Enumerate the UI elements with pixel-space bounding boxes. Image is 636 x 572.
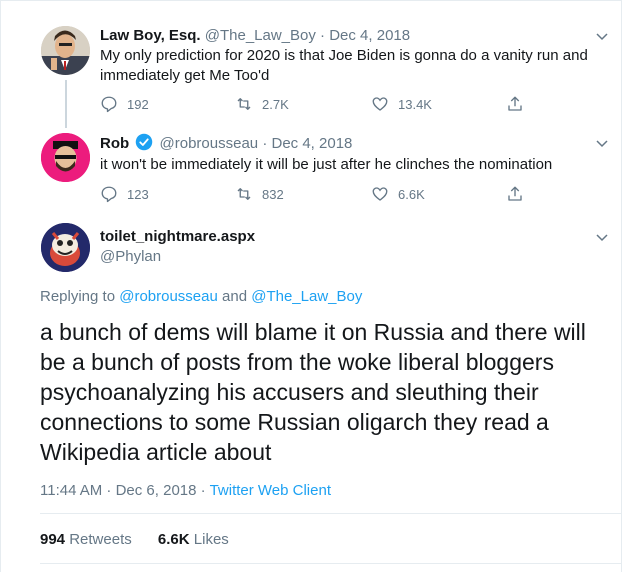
handle[interactable]: @robrousseau: [160, 135, 259, 152]
avatar[interactable]: [41, 26, 90, 75]
replying-user-link[interactable]: @robrousseau: [119, 288, 218, 305]
share-icon: [508, 186, 522, 201]
tweet-date[interactable]: Dec 4, 2018: [271, 135, 352, 152]
replying-to-line: Replying to @robrousseau and @The_Law_Bo…: [40, 288, 362, 305]
display-name[interactable]: Rob: [100, 135, 129, 152]
heart-icon: [372, 187, 388, 201]
like-count: 6.6K: [398, 186, 425, 202]
reply-count: 192: [127, 96, 149, 112]
tweet-date[interactable]: Dec 4, 2018: [329, 27, 410, 44]
tweet-timestamp-row: 11:44 AM · Dec 6, 2018 · Twitter Web Cli…: [40, 482, 331, 499]
share-icon: [508, 96, 522, 111]
tweet-text: it won't be immediately it will be just …: [100, 156, 553, 173]
tweet-text: My only prediction for 2020 is that Joe …: [100, 47, 588, 84]
reply-button[interactable]: 192: [100, 95, 149, 113]
reply-count: 123: [127, 186, 149, 202]
tweet-timestamp[interactable]: 11:44 AM · Dec 6, 2018 ·: [40, 482, 206, 499]
like-button[interactable]: 6.6K: [371, 185, 425, 203]
separator: ·: [262, 135, 268, 152]
replying-user-link[interactable]: @The_Law_Boy: [251, 288, 362, 305]
tweet-actions: 192 2.7K 13.4K: [100, 95, 540, 115]
share-button[interactable]: [506, 95, 533, 113]
chevron-down-icon[interactable]: [594, 28, 610, 44]
retweet-count: 832: [262, 186, 284, 202]
separator: ·: [320, 27, 326, 44]
heart-icon: [372, 97, 388, 111]
tweet-law-boy[interactable]: Law Boy, Esq. @The_Law_Boy · Dec 4, 2018…: [0, 0, 622, 125]
rob-avatar-image: [41, 133, 90, 182]
chevron-down-icon[interactable]: [594, 229, 610, 245]
avatar[interactable]: [41, 133, 90, 182]
verified-badge-icon: [136, 133, 153, 151]
retweet-count: 2.7K: [262, 96, 289, 112]
tweet-header: Law Boy, Esq. @The_Law_Boy · Dec 4, 2018: [100, 26, 410, 46]
law-boy-avatar-image: [41, 26, 90, 75]
tweet-actions: 123 832 6.6K: [100, 185, 540, 205]
retweets-stat[interactable]: 994 Retweets: [40, 531, 136, 548]
chevron-down-icon[interactable]: [594, 135, 610, 151]
display-name[interactable]: toilet_nightmare.aspx: [100, 228, 255, 245]
like-button[interactable]: 13.4K: [371, 95, 432, 113]
retweet-button[interactable]: 2.7K: [235, 95, 289, 113]
retweet-button[interactable]: 832: [235, 185, 284, 203]
retweet-icon: [237, 98, 251, 110]
main-tweet-name: toilet_nightmare.aspx: [100, 227, 255, 247]
like-count: 13.4K: [398, 96, 432, 112]
handle[interactable]: @Phylan: [100, 248, 161, 265]
replying-and: and: [222, 288, 248, 305]
handle[interactable]: @The_Law_Boy: [205, 27, 316, 44]
reply-icon: [101, 96, 117, 113]
main-tweet-handle-row: @Phylan: [100, 247, 161, 267]
main-tweet-text: a bunch of dems will blame it on Russia …: [40, 319, 586, 465]
avatar[interactable]: [41, 223, 90, 272]
divider: [40, 513, 622, 514]
likes-label: Likes: [193, 531, 229, 548]
reply-button[interactable]: 123: [100, 185, 149, 203]
likes-count: 6.6K: [157, 531, 190, 548]
main-tweet: toilet_nightmare.aspx @Phylan Replying t…: [0, 215, 622, 572]
display-name[interactable]: Law Boy, Esq.: [100, 27, 201, 44]
tweet-header: Rob @robrousseau · Dec 4, 2018: [100, 133, 352, 154]
client-link[interactable]: Twitter Web Client: [210, 482, 331, 499]
likes-stat[interactable]: 6.6K Likes: [158, 531, 229, 548]
toilet-nightmare-avatar-image: [41, 223, 90, 272]
retweets-label: Retweets: [69, 531, 132, 548]
engagement-stats: 994 Retweets 6.6K Likes: [40, 531, 229, 548]
divider: [40, 563, 622, 564]
reply-icon: [101, 186, 117, 203]
replying-prefix: Replying to: [40, 288, 116, 305]
retweets-count: 994: [40, 531, 66, 548]
retweet-icon: [237, 188, 251, 200]
share-button[interactable]: [506, 185, 533, 203]
tweet-rob[interactable]: Rob @robrousseau · Dec 4, 2018 it won't …: [0, 125, 622, 215]
